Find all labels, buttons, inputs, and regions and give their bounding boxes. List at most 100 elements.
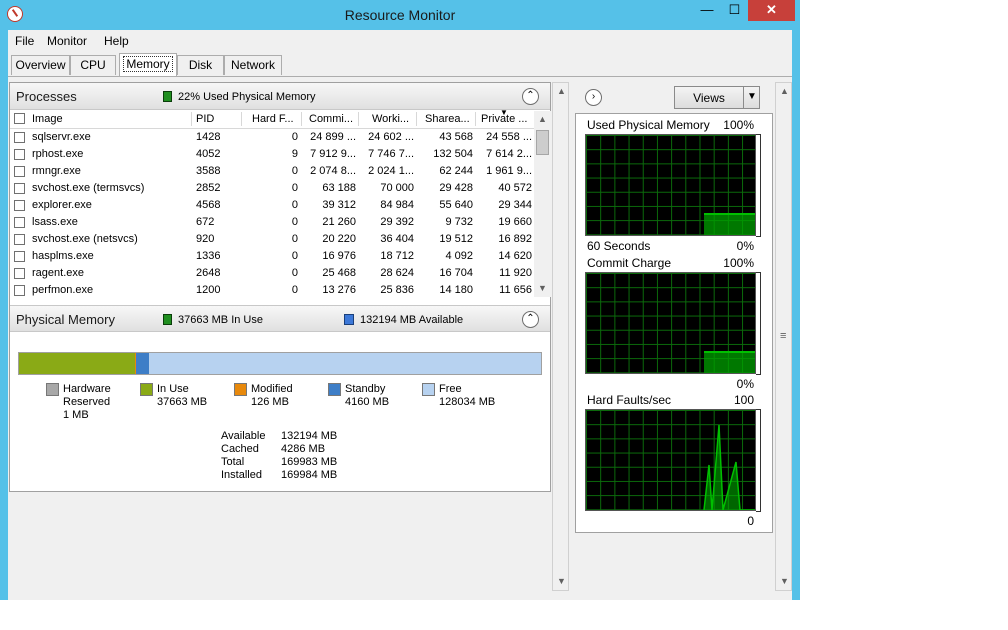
table-cell: 16 704: [439, 267, 473, 279]
row-checkbox[interactable]: [14, 268, 25, 279]
table-cell: 0: [291, 267, 298, 279]
row-checkbox[interactable]: [14, 166, 25, 177]
collapse-physical-memory-button[interactable]: ⌃: [522, 311, 539, 328]
scroll-thumb[interactable]: [536, 130, 549, 155]
table-cell: 7 912 9...: [310, 148, 356, 160]
title-bar[interactable]: Resource Monitor — ☐ ✕: [0, 0, 800, 30]
chevron-down-icon: ▼: [747, 91, 757, 102]
graph-scale-line: [760, 134, 761, 236]
main-scroll-up-arrow-icon[interactable]: ▲: [553, 83, 570, 100]
column-pid[interactable]: PID: [196, 113, 240, 125]
bar-segment-standby: [136, 353, 149, 374]
graph-max-value: 100%: [723, 256, 754, 270]
row-checkbox[interactable]: [14, 251, 25, 262]
table-cell: 1336: [196, 250, 221, 262]
table-cell: 25 468: [322, 267, 356, 279]
table-cell: 2648: [196, 267, 221, 279]
tab-cpu[interactable]: CPU: [70, 55, 116, 75]
table-row[interactable]: ragent.exe 2648 0 25 468 28 624 16 704 11 920: [10, 265, 534, 282]
column-commit[interactable]: Commi...: [309, 113, 357, 125]
row-checkbox[interactable]: [14, 200, 25, 211]
table-cell: 28 624: [380, 267, 414, 279]
table-cell: 13 276: [322, 284, 356, 296]
tab-memory[interactable]: Memory: [119, 53, 177, 76]
table-row[interactable]: explorer.exe 4568 0 39 312 84 984 55 640 29 34…: [10, 197, 534, 214]
legend-label: Free: [439, 383, 462, 395]
main-scrollbar[interactable]: ▲ ▼: [552, 82, 569, 591]
scroll-up-arrow-icon[interactable]: ▲: [534, 111, 551, 128]
row-checkbox[interactable]: [14, 149, 25, 160]
tab-overview[interactable]: Overview: [11, 55, 70, 75]
table-row[interactable]: hasplms.exe 1336 0 16 976 18 712 4 092 14 620: [10, 248, 534, 265]
table-cell: sqlservr.exe: [32, 131, 91, 143]
graph-canvas: [585, 134, 756, 236]
scroll-down-arrow-icon[interactable]: ▼: [534, 280, 551, 297]
views-dropdown[interactable]: Views ▼: [674, 86, 760, 109]
menu-help[interactable]: Help: [104, 34, 129, 48]
row-checkbox[interactable]: [14, 285, 25, 296]
window-title: Resource Monitor: [344, 7, 456, 23]
menu-file[interactable]: File: [15, 34, 34, 48]
column-hard-faults[interactable]: Hard F...: [252, 113, 300, 125]
graphs-container: Used Physical Memory 100% 60 Seconds 0% Comm…: [575, 113, 773, 533]
column-shareable[interactable]: Sharea...: [425, 113, 473, 125]
row-checkbox[interactable]: [14, 217, 25, 228]
column-separator[interactable]: [358, 112, 359, 126]
tab-network[interactable]: Network: [224, 55, 282, 75]
legend-label: In Use: [157, 383, 189, 395]
table-row[interactable]: rphost.exe 4052 9 7 912 9... 7 746 7... 132 5…: [10, 146, 534, 163]
close-button[interactable]: ✕: [748, 0, 795, 21]
table-cell: 24 899 ...: [310, 131, 356, 143]
column-working-set[interactable]: Worki...: [372, 113, 414, 125]
table-cell: 920: [196, 233, 215, 245]
processes-header[interactable]: Processes 22% Used Physical Memory ⌃: [10, 83, 550, 110]
graph-fill: [704, 351, 755, 373]
column-separator[interactable]: [301, 112, 302, 126]
table-row[interactable]: sqlservr.exe 1428 0 24 899 ... 24 602 ... 43 …: [10, 129, 534, 146]
table-cell: 0: [291, 216, 298, 228]
row-checkbox[interactable]: [14, 132, 25, 143]
graph-canvas: [585, 409, 756, 511]
column-separator[interactable]: [191, 112, 192, 126]
sort-descending-icon: ▼: [500, 108, 508, 117]
minimize-button[interactable]: —: [693, 0, 721, 21]
stat-value: 4286 MB: [281, 443, 326, 455]
table-row[interactable]: lsass.exe 672 0 21 260 29 392 9 732 19 660: [10, 214, 534, 231]
table-cell: 63 188: [322, 182, 356, 194]
right-scroll-down-arrow-icon[interactable]: ▼: [776, 573, 793, 590]
table-cell: 84 984: [380, 199, 414, 211]
physical-memory-header[interactable]: Physical Memory 37663 MB In Use 132194 M…: [10, 305, 550, 332]
processes-scrollbar[interactable]: ▲ ▼: [534, 111, 551, 297]
column-separator[interactable]: [475, 112, 476, 126]
collapse-processes-button[interactable]: ⌃: [522, 88, 539, 105]
menu-monitor[interactable]: Monitor: [47, 34, 87, 48]
column-separator[interactable]: [241, 112, 242, 126]
table-cell: 18 712: [380, 250, 414, 262]
tab-disk[interactable]: Disk: [177, 55, 224, 75]
right-scrollbar[interactable]: ▲ ≡ ▼: [775, 82, 792, 591]
select-all-checkbox[interactable]: [14, 113, 25, 124]
right-scroll-up-arrow-icon[interactable]: ▲: [776, 83, 793, 100]
main-scroll-down-arrow-icon[interactable]: ▼: [553, 573, 570, 590]
row-checkbox[interactable]: [14, 234, 25, 245]
expand-right-panel-button[interactable]: ›: [585, 89, 602, 106]
stat-label: Cached: [221, 443, 259, 455]
table-cell: 25 836: [380, 284, 414, 296]
legend-label: 37663 MB: [157, 396, 208, 408]
splitter-grip-icon[interactable]: ≡: [780, 330, 786, 342]
table-cell: perfmon.exe: [32, 284, 94, 296]
views-label: Views: [693, 91, 725, 105]
table-cell: 0: [291, 199, 298, 211]
bar-segment-free: [149, 353, 541, 374]
table-row[interactable]: svchost.exe (termsvcs) 2852 0 63 188 70 000 2…: [10, 180, 534, 197]
maximize-button[interactable]: ☐: [721, 0, 748, 21]
table-cell: 0: [291, 182, 298, 194]
column-image[interactable]: Image: [32, 113, 182, 125]
table-row[interactable]: svchost.exe (netsvcs) 920 0 20 220 36 404 19 …: [10, 231, 534, 248]
table-cell: 16 892: [498, 233, 532, 245]
table-row[interactable]: perfmon.exe 1200 0 13 276 25 836 14 180 11 656: [10, 282, 534, 299]
row-checkbox[interactable]: [14, 183, 25, 194]
table-cell: 4 092: [445, 250, 473, 262]
table-row[interactable]: rmngr.exe 3588 0 2 074 8... 2 024 1... 62 244…: [10, 163, 534, 180]
column-separator[interactable]: [416, 112, 417, 126]
